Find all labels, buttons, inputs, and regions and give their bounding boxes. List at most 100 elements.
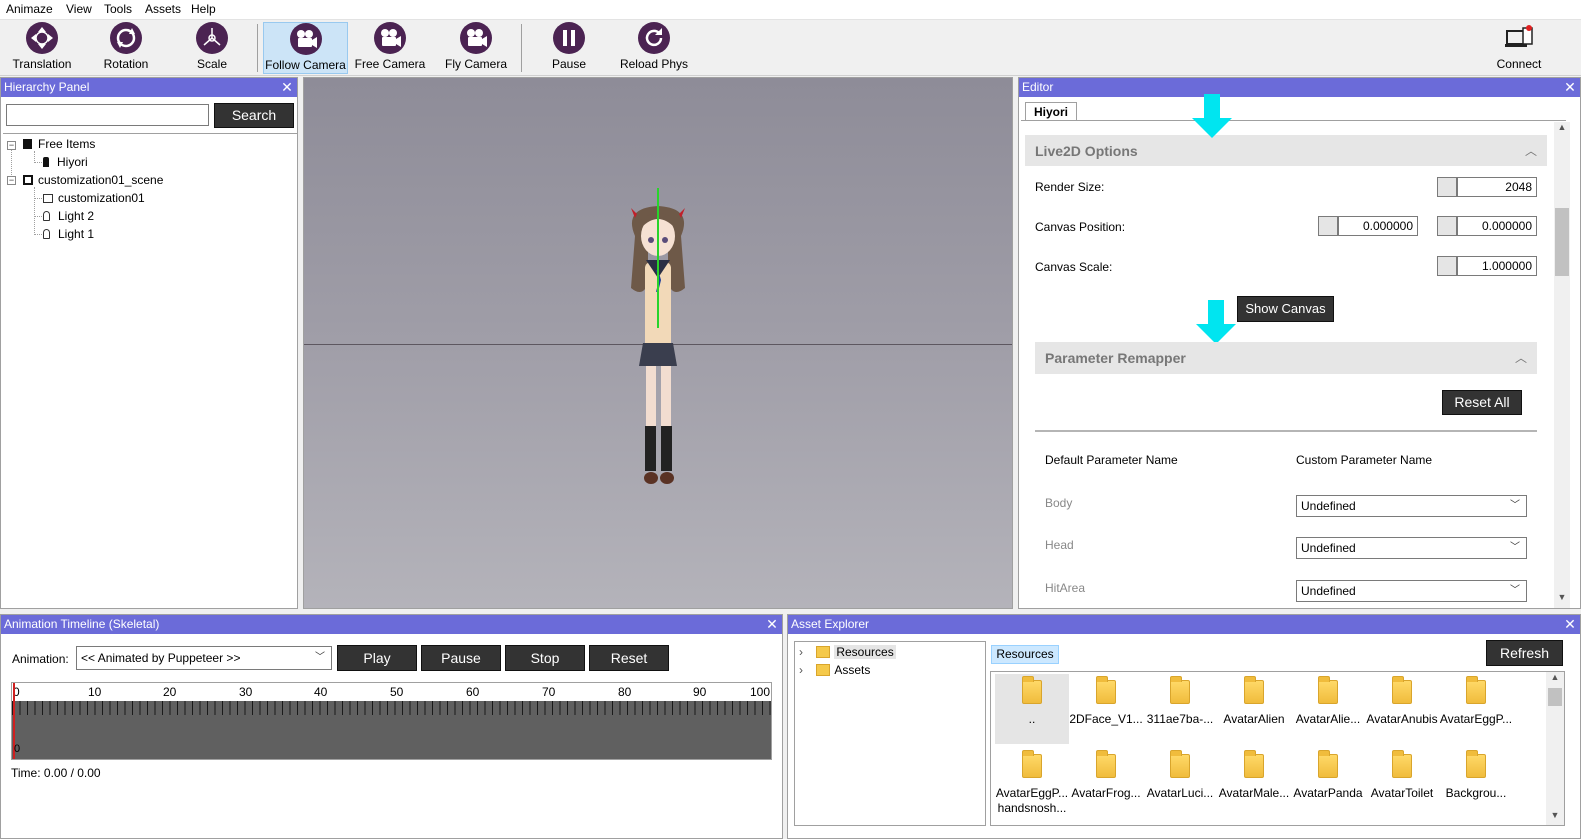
canvas-position-y-field[interactable]: 0.000000 bbox=[1457, 216, 1537, 236]
live2d-options-header[interactable]: Live2D Options ︿ bbox=[1025, 135, 1547, 166]
collapse-toggle[interactable]: − bbox=[7, 141, 16, 150]
tree-item-assets[interactable]: › Assets bbox=[799, 662, 870, 678]
follow-camera-label: Follow Camera bbox=[265, 58, 346, 72]
toolbar: Translation Rotation Scale Follow Camera… bbox=[0, 20, 1581, 76]
rotation-button[interactable]: Rotation bbox=[94, 22, 158, 74]
scrollbar-thumb[interactable] bbox=[1555, 208, 1569, 276]
hierarchy-search-input[interactable] bbox=[6, 104, 209, 126]
fly-camera-label: Fly Camera bbox=[444, 57, 507, 71]
file-item[interactable]: 2DFace_V1... bbox=[1069, 674, 1143, 744]
param-name: HitArea bbox=[1045, 581, 1086, 595]
tree-item-free-items[interactable]: Free Items bbox=[23, 136, 95, 152]
refresh-button[interactable]: Refresh bbox=[1486, 640, 1563, 666]
stop-button[interactable]: Stop bbox=[505, 645, 585, 671]
breadcrumb[interactable]: Resources bbox=[991, 645, 1059, 664]
scrollbar-thumb[interactable] bbox=[1548, 688, 1562, 706]
connect-icon bbox=[1503, 22, 1535, 54]
canvas-scale-field[interactable]: 1.000000 bbox=[1457, 256, 1537, 276]
close-icon[interactable]: ✕ bbox=[765, 615, 779, 634]
file-item[interactable]: AvatarEggP... bbox=[1439, 674, 1513, 744]
pause-label: Pause bbox=[551, 57, 587, 71]
asset-explorer-panel: Asset Explorer ✕ › Resources › Assets Re… bbox=[787, 614, 1581, 839]
follow-camera-button[interactable]: Follow Camera bbox=[263, 22, 348, 74]
file-item[interactable]: 311ae7ba-... bbox=[1143, 674, 1217, 744]
canvas-position-x-field[interactable]: 0.000000 bbox=[1338, 216, 1418, 236]
tree-item-light-2[interactable]: Light 2 bbox=[43, 208, 94, 224]
folder-icon bbox=[1170, 750, 1190, 778]
file-item[interactable]: AvatarAlie... bbox=[1291, 674, 1365, 744]
tree-item-hiyori[interactable]: Hiyori bbox=[43, 154, 88, 170]
canvas-position-y-drag-handle[interactable] bbox=[1437, 216, 1457, 236]
tree-item-customization01[interactable]: customization01 bbox=[43, 190, 145, 206]
folder-icon bbox=[1392, 676, 1412, 704]
folder-icon bbox=[1466, 676, 1486, 704]
folder-icon bbox=[816, 664, 831, 676]
param-hitarea-select[interactable]: Undefined ﹀ bbox=[1296, 580, 1527, 602]
folder-icon bbox=[1022, 750, 1042, 778]
pause-button[interactable]: Pause bbox=[540, 22, 598, 74]
highlight-arrow-icon bbox=[1196, 300, 1236, 344]
rotation-icon bbox=[110, 22, 142, 54]
menu-animaze[interactable]: Animaze bbox=[6, 2, 53, 16]
menu-help[interactable]: Help bbox=[191, 2, 216, 16]
scene-viewport[interactable] bbox=[303, 77, 1013, 609]
parameter-remapper-header[interactable]: Parameter Remapper ︿ bbox=[1035, 342, 1537, 374]
editor-panel: Editor ✕ Hiyori ▲ ▼ Live2D Options ︿ Ren… bbox=[1018, 77, 1581, 609]
menu-assets[interactable]: Assets bbox=[145, 2, 181, 16]
reload-phys-button[interactable]: Reload Phys bbox=[616, 22, 692, 74]
rotation-label: Rotation bbox=[103, 57, 149, 71]
animation-select[interactable]: << Animated by Puppeteer >> ﹀ bbox=[76, 646, 332, 670]
file-item[interactable]: AvatarPanda bbox=[1291, 748, 1365, 818]
render-size-label: Render Size: bbox=[1035, 180, 1105, 194]
reset-button[interactable]: Reset bbox=[589, 645, 669, 671]
collapse-toggle[interactable]: − bbox=[7, 176, 16, 185]
menu-tools[interactable]: Tools bbox=[104, 2, 132, 16]
reset-all-button[interactable]: Reset All bbox=[1442, 390, 1522, 415]
editor-scrollbar[interactable]: ▲ ▼ bbox=[1554, 122, 1570, 608]
scale-label: Scale bbox=[196, 57, 228, 71]
tree-item-scene[interactable]: customization01_scene bbox=[23, 172, 163, 188]
param-head-select[interactable]: Undefined ﹀ bbox=[1296, 537, 1527, 559]
param-body-select[interactable]: Undefined ﹀ bbox=[1296, 495, 1527, 517]
translation-button[interactable]: Translation bbox=[8, 22, 76, 74]
free-camera-button[interactable]: Free Camera bbox=[352, 22, 428, 74]
timeline-track[interactable]: 0 10 20 30 40 50 60 70 80 90 100 0 bbox=[11, 682, 772, 760]
tree-item-resources[interactable]: › Resources bbox=[799, 644, 896, 660]
tab-hiyori[interactable]: Hiyori bbox=[1025, 102, 1077, 121]
chevron-down-icon: ﹀ bbox=[1510, 500, 1520, 511]
file-item[interactable]: AvatarToilet bbox=[1365, 748, 1439, 818]
file-item[interactable]: AvatarAlien bbox=[1217, 674, 1291, 744]
play-button[interactable]: Play bbox=[337, 645, 417, 671]
tree-item-light-1[interactable]: Light 1 bbox=[43, 226, 94, 242]
search-button[interactable]: Search bbox=[214, 103, 294, 128]
tick-label: 20 bbox=[163, 685, 177, 699]
close-icon[interactable]: ✕ bbox=[280, 78, 294, 97]
connect-button[interactable]: Connect bbox=[1490, 22, 1548, 74]
translation-label: Translation bbox=[12, 57, 72, 71]
show-canvas-button[interactable]: Show Canvas bbox=[1237, 296, 1334, 322]
asset-scrollbar[interactable]: ▲ ▼ bbox=[1546, 672, 1564, 825]
scale-button[interactable]: Scale bbox=[180, 22, 244, 74]
file-item[interactable]: AvatarFrog... bbox=[1069, 748, 1143, 818]
canvas-scale-label: Canvas Scale: bbox=[1035, 260, 1113, 274]
animation-timeline-panel: Animation Timeline (Skeletal) ✕ Animatio… bbox=[0, 614, 783, 839]
folder-icon bbox=[1096, 750, 1116, 778]
render-size-field[interactable]: 2048 bbox=[1457, 177, 1537, 197]
canvas-position-x-drag-handle[interactable] bbox=[1318, 216, 1338, 236]
menu-bar: Animaze View Tools Assets Help bbox=[0, 0, 1581, 20]
close-icon[interactable]: ✕ bbox=[1563, 78, 1577, 97]
file-item[interactable]: AvatarEggP... handsnosh... bbox=[995, 748, 1069, 825]
menu-view[interactable]: View bbox=[66, 2, 92, 16]
file-item[interactable]: AvatarLuci... bbox=[1143, 748, 1217, 818]
lightbulb-icon bbox=[43, 211, 50, 221]
canvas-scale-drag-handle[interactable] bbox=[1437, 256, 1457, 276]
fly-camera-button[interactable]: Fly Camera bbox=[440, 22, 512, 74]
file-item-parent[interactable]: .. bbox=[995, 674, 1069, 744]
close-icon[interactable]: ✕ bbox=[1563, 615, 1577, 634]
file-item[interactable]: AvatarMale... bbox=[1217, 748, 1291, 818]
render-size-drag-handle[interactable] bbox=[1437, 177, 1457, 197]
file-item[interactable]: Backgrou... bbox=[1439, 748, 1513, 818]
pause-animation-button[interactable]: Pause bbox=[421, 645, 501, 671]
tick-label: 90 bbox=[693, 685, 707, 699]
file-item[interactable]: AvatarAnubis bbox=[1365, 674, 1439, 744]
